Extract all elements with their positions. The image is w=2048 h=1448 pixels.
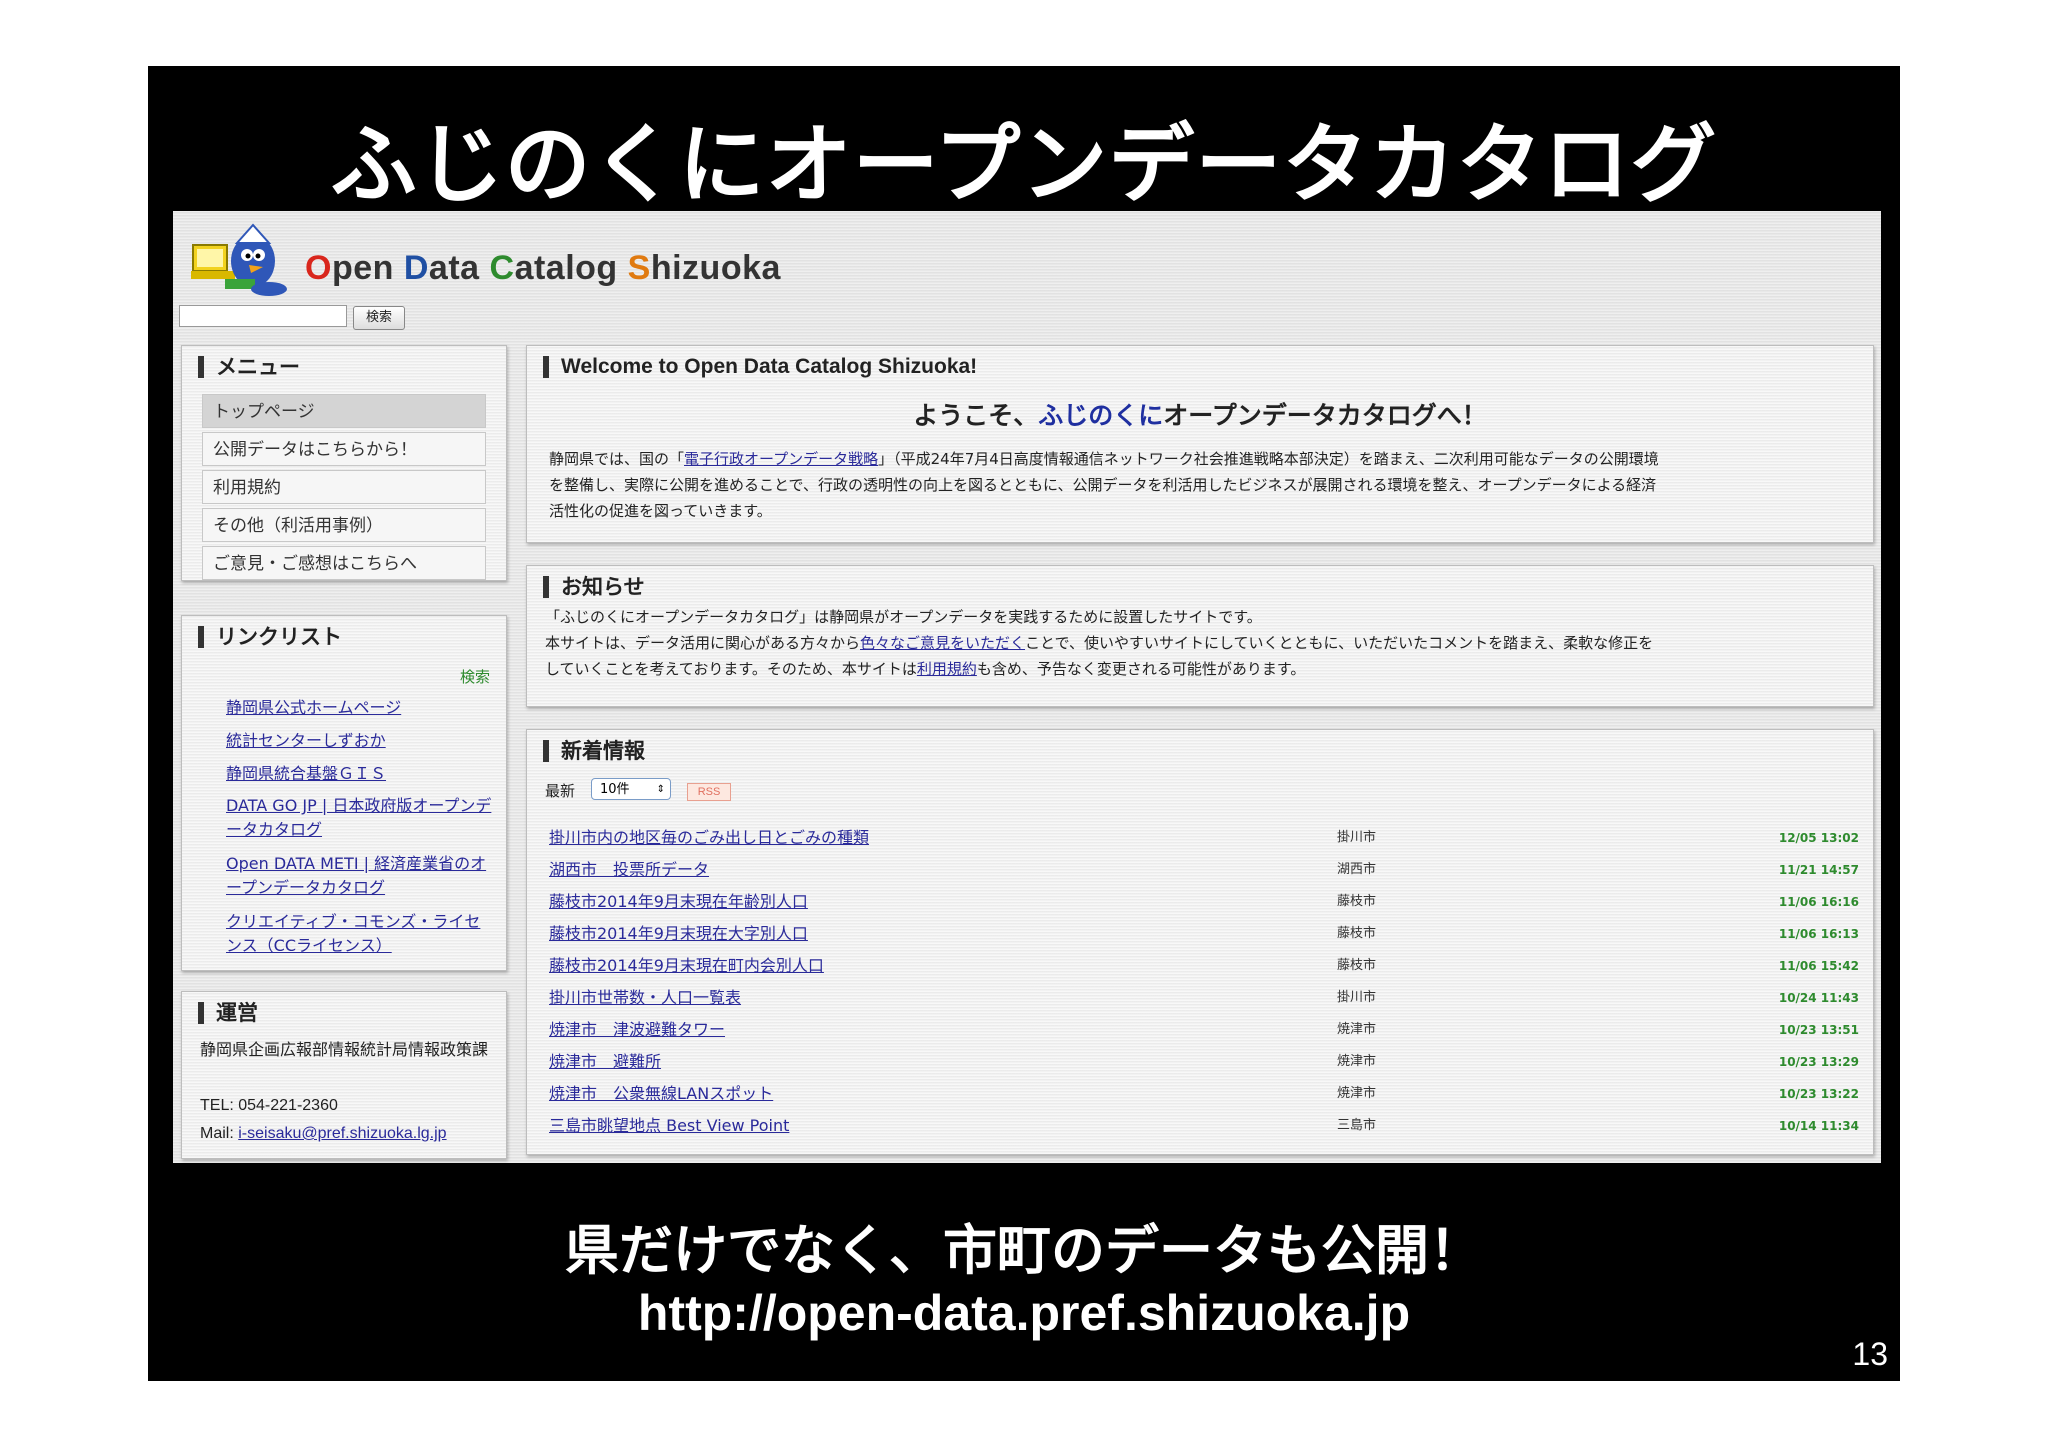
notice-line-2: 本サイトは、データ活用に関心がある方々から色々なご意見をいただくことで、使いやす… <box>545 634 1654 652</box>
notice-heading: お知らせ <box>543 576 645 598</box>
slide-title: ふじのくにオープンデータカタログ <box>330 115 1718 215</box>
link-item[interactable]: 統計センターしずおか <box>226 729 496 753</box>
feedback-link[interactable]: 色々なご意見をいただく <box>860 634 1025 652</box>
slide-url: http://open-data.pref.shizuoka.jp <box>637 1285 1411 1341</box>
welcome-heading: Welcome to Open Data Catalog Shizuoka! <box>543 356 977 378</box>
welcome-box: Welcome to Open Data Catalog Shizuoka! よ… <box>526 345 1874 543</box>
notice-line-3: していくことを考えております。そのため、本サイトは利用規約も含め、予告なく変更さ… <box>545 660 1306 678</box>
operation-mail: Mail: i-seisaku@pref.shizuoka.lg.jp <box>200 1125 447 1142</box>
notice-line-1: 「ふじのくにオープンデータカタログ」は静岡県がオープンデータを実践するために設置… <box>545 608 1262 626</box>
website-screenshot: Open Data Catalog Shizuoka 検索 メニュー トップペー… <box>173 211 1881 1163</box>
welcome-line-3: 活性化の促進を図っていきます。 <box>549 502 772 520</box>
slide-subtitle: 県だけでなく、市町のデータも公開！ <box>565 1219 1483 1282</box>
terms-link[interactable]: 利用規約 <box>917 660 977 678</box>
chevron-down-icon: ⇕ <box>656 784 665 795</box>
operation-org: 静岡県企画広報部情報統計局情報政策課 <box>200 1040 489 1059</box>
slide: ふじのくにオープンデータカタログ Open Data Catalog Shizu… <box>148 66 1900 1381</box>
menu-item-data[interactable]: 公開データはこちらから！ <box>202 432 486 466</box>
strategy-link[interactable]: 電子行政オープンデータ戦略 <box>684 450 878 468</box>
operation-box: 運営 静岡県企画広報部情報統計局情報政策課 TEL: 054-221-2360 … <box>181 991 507 1159</box>
link-list-box: リンクリスト 検索 静岡県公式ホームページ 統計センターしずおか 静岡県統合基盤… <box>181 615 507 971</box>
link-list-heading: リンクリスト <box>198 626 342 648</box>
news-row[interactable]: 掛川市内の地区毎のごみ出し日とごみの種類 掛川市 12/05 13:02 <box>549 822 1859 854</box>
notice-box: お知らせ 「ふじのくにオープンデータカタログ」は静岡県がオープンデータを実践する… <box>526 565 1874 707</box>
news-row[interactable]: 藤枝市2014年9月末現在年齢別人口 藤枝市 11/06 16:16 <box>549 886 1859 918</box>
news-row[interactable]: 掛川市世帯数・人口一覧表 掛川市 10/24 11:43 <box>549 982 1859 1014</box>
site-title: Open Data Catalog Shizuoka <box>305 249 781 287</box>
welcome-title: ようこそ、ふじのくにオープンデータカタログへ！ <box>913 401 1487 430</box>
menu-item-terms[interactable]: 利用規約 <box>202 470 486 504</box>
link-search-label[interactable]: 検索 <box>460 666 490 687</box>
news-box: 新着情報 最新 10件 ⇕ RSS 掛川市内の地区毎のごみ出し日とごみの種類 掛川市… <box>526 729 1874 1155</box>
search-input[interactable] <box>179 305 347 327</box>
mascot-logo-icon <box>191 223 287 296</box>
welcome-line-1: 静岡県では、国の「電子行政オープンデータ戦略」（平成24年7月4日高度情報通信ネ… <box>549 450 1659 468</box>
operation-tel: TEL: 054-221-2360 <box>200 1097 338 1114</box>
news-row[interactable]: 三島市眺望地点 Best View Point 三島市 10/14 11:34 <box>549 1110 1859 1142</box>
news-row[interactable]: 焼津市 津波避難タワー 焼津市 10/23 13:51 <box>549 1014 1859 1046</box>
news-row[interactable]: 焼津市 公衆無線LANスポット 焼津市 10/23 13:22 <box>549 1078 1859 1110</box>
mail-link[interactable]: i-seisaku@pref.shizuoka.lg.jp <box>238 1125 446 1142</box>
news-row[interactable]: 藤枝市2014年9月末現在大字別人口 藤枝市 11/06 16:13 <box>549 918 1859 950</box>
news-count-select[interactable]: 10件 ⇕ <box>591 778 671 800</box>
news-heading: 新着情報 <box>543 740 645 762</box>
news-row[interactable]: 藤枝市2014年9月末現在町内会別人口 藤枝市 11/06 15:42 <box>549 950 1859 982</box>
link-item[interactable]: 静岡県統合基盤ＧＩＳ <box>226 762 496 786</box>
link-item[interactable]: DATA GO JP | 日本政府版オープンデータカタログ <box>226 794 496 842</box>
menu-item-feedback[interactable]: ご意見・ご感想はこちらへ <box>202 546 486 580</box>
news-latest-label: 最新 <box>545 782 576 800</box>
menu-item-examples[interactable]: その他（利活用事例） <box>202 508 486 542</box>
menu-box: メニュー トップページ 公開データはこちらから！ 利用規約 その他（利活用事例）… <box>181 345 507 581</box>
operation-heading: 運営 <box>198 1002 258 1024</box>
news-row[interactable]: 湖西市 投票所データ 湖西市 11/21 14:57 <box>549 854 1859 886</box>
link-item[interactable]: クリエイティブ・コモンズ・ライセンス（CCライセンス） <box>226 910 496 958</box>
page-number: 13 <box>1852 1336 1888 1372</box>
link-item[interactable]: 静岡県公式ホームページ <box>226 696 496 720</box>
news-row[interactable]: 焼津市 避難所 焼津市 10/23 13:29 <box>549 1046 1859 1078</box>
welcome-line-2: を整備し、実際に公開を進めることで、行政の透明性の向上を図るとともに、公開データ… <box>549 476 1657 494</box>
search-button[interactable]: 検索 <box>353 306 405 330</box>
link-item[interactable]: Open DATA METI | 経済産業省のオープンデータカタログ <box>226 852 496 900</box>
rss-button[interactable]: RSS <box>687 783 731 801</box>
menu-heading: メニュー <box>198 356 300 378</box>
menu-item-top[interactable]: トップページ <box>202 394 486 428</box>
